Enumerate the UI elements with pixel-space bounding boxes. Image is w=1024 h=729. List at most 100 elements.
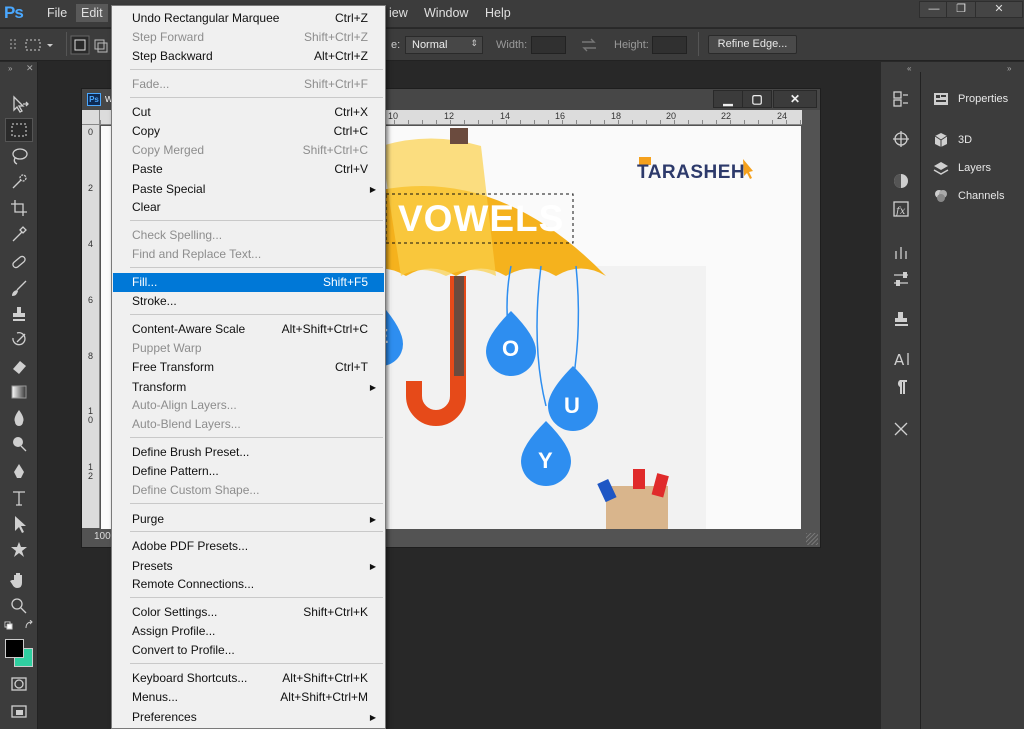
menu-item-stroke[interactable]: Stroke... — [113, 292, 384, 311]
minimize-button[interactable]: — — [919, 1, 949, 18]
tool-presets-panel-icon[interactable] — [889, 418, 913, 440]
eyedropper-tool-icon[interactable] — [5, 222, 33, 246]
default-colors-icon[interactable] — [4, 619, 34, 632]
clone-stamp-tool-icon[interactable] — [5, 302, 33, 326]
panel-label: Properties — [958, 93, 1009, 105]
menu-item-presets[interactable]: Presets ▶ — [113, 557, 384, 576]
menu-item-paste-special[interactable]: Paste Special ▶ — [113, 180, 384, 199]
channels-icon — [935, 190, 947, 202]
menu-item-fill[interactable]: Fill... Shift+F5 — [113, 273, 384, 292]
style-dropdown[interactable]: Normal ⇕ — [405, 36, 483, 54]
dodge-tool-icon[interactable] — [5, 432, 33, 456]
menu-item-shortcut: Ctrl+C — [333, 124, 368, 138]
menu-item-cut[interactable]: Cut Ctrl+X — [113, 103, 384, 122]
collapse-panels-icon[interactable]: » — [1007, 64, 1011, 73]
menu-item-preferences[interactable]: Preferences ▶ — [113, 708, 384, 727]
ruler-origin[interactable] — [82, 110, 100, 125]
adjustments-panel-icon[interactable] — [889, 170, 913, 192]
menu-item-define-brush[interactable]: Define Brush Preset... — [113, 443, 384, 462]
ruler-tick-label: 1 2 — [88, 462, 94, 481]
menu-item-transform[interactable]: Transform ▶ — [113, 378, 384, 397]
brush-tool-icon[interactable] — [5, 276, 33, 300]
history-brush-tool-icon[interactable] — [5, 328, 33, 352]
restore-button[interactable]: ❐ — [946, 1, 976, 18]
lasso-tool-icon[interactable] — [5, 144, 33, 168]
brush-settings-panel-icon[interactable] — [889, 268, 913, 290]
menu-item-define-pattern[interactable]: Define Pattern... — [113, 462, 384, 481]
brush-presets-panel-icon[interactable] — [889, 240, 913, 262]
healing-brush-tool-icon[interactable] — [5, 250, 33, 274]
panel-layers[interactable]: Layers — [933, 160, 991, 176]
quick-mask-icon[interactable] — [5, 672, 33, 696]
type-tool-icon[interactable] — [5, 486, 33, 510]
height-input[interactable] — [652, 36, 687, 54]
close-toolbar-icon[interactable]: ✕ — [26, 63, 34, 74]
paragraph-panel-icon[interactable] — [889, 376, 913, 398]
menu-item-purge[interactable]: Purge ▶ — [113, 510, 384, 529]
panel-3d[interactable]: 3D — [933, 132, 972, 148]
artwork-heading: VOWELS — [398, 198, 565, 239]
menu-file[interactable]: File — [47, 6, 67, 20]
menu-item-undo[interactable]: Undo Rectangular Marquee Ctrl+Z — [113, 9, 384, 28]
doc-close-button[interactable]: ✕ — [773, 90, 817, 108]
menu-help[interactable]: Help — [485, 6, 511, 20]
menu-item-menus[interactable]: Menus... Alt+Shift+Ctrl+M — [113, 688, 384, 707]
character-panel-icon[interactable]: A — [889, 348, 913, 370]
menu-separator — [130, 220, 383, 221]
crop-tool-icon[interactable] — [5, 196, 33, 220]
move-tool-icon[interactable] — [5, 92, 33, 116]
menu-item-color-settings[interactable]: Color Settings... Shift+Ctrl+K — [113, 603, 384, 622]
menu-item-shortcut: Shift+Ctrl+Z — [303, 30, 368, 44]
menu-item-convert-profile[interactable]: Convert to Profile... — [113, 641, 384, 660]
panel-channels[interactable]: Channels — [933, 188, 1004, 204]
width-input[interactable] — [531, 36, 566, 54]
zoom-tool-icon[interactable] — [5, 594, 33, 618]
menu-item-free-transform[interactable]: Free Transform Ctrl+T — [113, 358, 384, 377]
clone-source-panel-icon[interactable] — [889, 308, 913, 330]
menu-item-step-backward[interactable]: Step Backward Alt+Ctrl+Z — [113, 47, 384, 66]
custom-shape-tool-icon[interactable] — [5, 538, 33, 562]
menu-item-label: Auto-Blend Layers... — [132, 417, 241, 431]
collapse-toolbar-icon[interactable]: » — [8, 64, 12, 73]
zoom-level[interactable]: 100 — [94, 531, 111, 542]
gradient-tool-icon[interactable] — [5, 380, 33, 404]
menu-item-paste[interactable]: Paste Ctrl+V — [113, 160, 384, 179]
menu-edit[interactable]: Edit — [76, 4, 108, 22]
quick-selection-tool-icon[interactable] — [5, 170, 33, 194]
menu-item-keyboard-shortcuts[interactable]: Keyboard Shortcuts... Alt+Shift+Ctrl+K — [113, 669, 384, 688]
panel-properties[interactable]: Properties — [933, 91, 1008, 107]
screen-mode-icon[interactable] — [5, 700, 33, 724]
menu-item-shortcut: Shift+F5 — [322, 275, 368, 289]
rectangular-marquee-tool-icon[interactable] — [5, 118, 33, 142]
menu-view[interactable]: iew — [389, 6, 408, 20]
menu-item-assign-profile[interactable]: Assign Profile... — [113, 622, 384, 641]
navigator-panel-icon[interactable] — [889, 128, 913, 150]
menu-item-remote-connections[interactable]: Remote Connections... — [113, 575, 384, 594]
eraser-tool-icon[interactable] — [5, 354, 33, 378]
refine-edge-button[interactable]: Refine Edge... — [708, 35, 797, 54]
selection-mode-new-icon[interactable] — [70, 35, 110, 55]
menu-item-copy[interactable]: Copy Ctrl+C — [113, 122, 384, 141]
menu-item-shortcut: Shift+Ctrl+C — [302, 143, 368, 157]
menu-window[interactable]: Window — [424, 6, 468, 20]
blur-tool-icon[interactable] — [5, 406, 33, 430]
menu-item-label: Define Custom Shape... — [132, 483, 260, 497]
marquee-preset-icon[interactable] — [24, 37, 54, 53]
menu-item-label: Adobe PDF Presets... — [132, 539, 249, 553]
doc-minimize-button[interactable]: ▁ — [713, 90, 743, 108]
menu-item-clear[interactable]: Clear — [113, 198, 384, 217]
menu-item-content-aware-scale[interactable]: Content-Aware Scale Alt+Shift+Ctrl+C — [113, 320, 384, 339]
foreground-color-swatch[interactable] — [5, 639, 24, 658]
close-app-button[interactable]: ✕ — [975, 1, 1023, 18]
menu-item-pdf-presets[interactable]: Adobe PDF Presets... — [113, 537, 384, 556]
resize-grip-icon[interactable] — [806, 533, 818, 545]
pen-tool-icon[interactable] — [5, 460, 33, 484]
path-selection-tool-icon[interactable] — [5, 512, 33, 536]
menu-separator — [130, 597, 383, 598]
swap-arrows-icon[interactable] — [580, 38, 598, 52]
hand-tool-icon[interactable] — [5, 568, 33, 592]
doc-maximize-button[interactable]: ▢ — [742, 90, 772, 108]
vertical-ruler[interactable]: 0 2 4 6 8 1 0 1 2 — [82, 125, 100, 528]
history-panel-icon[interactable] — [889, 88, 913, 110]
styles-panel-icon[interactable]: fx — [889, 198, 913, 220]
